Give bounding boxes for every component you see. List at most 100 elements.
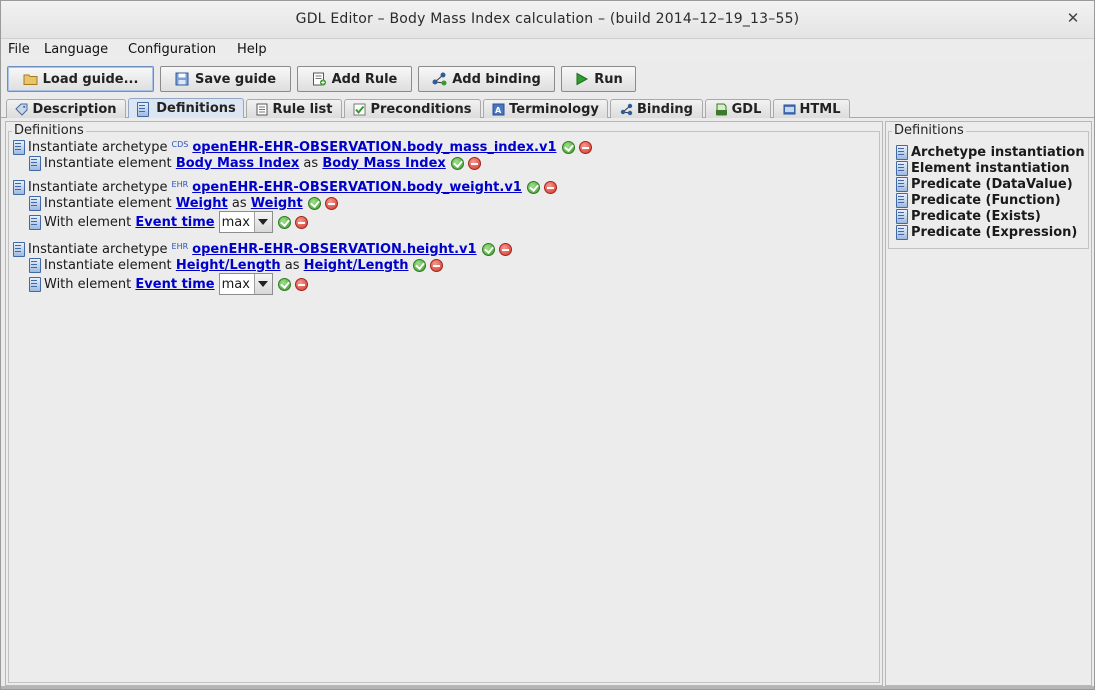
save-guide-button[interactable]: Save guide — [160, 66, 291, 92]
function-select-value: max — [221, 276, 250, 292]
accept-icon[interactable] — [413, 258, 427, 272]
archetype-link[interactable]: openEHR-EHR-OBSERVATION.body_mass_index.… — [192, 140, 556, 155]
html-icon — [783, 103, 796, 116]
load-guide-button[interactable]: Load guide... — [7, 66, 154, 92]
palette-item-label: Element instantiation — [911, 160, 1070, 176]
accept-icon[interactable] — [561, 140, 575, 154]
accept-icon[interactable] — [277, 277, 291, 291]
tab-gdl[interactable]: GDL — [705, 99, 771, 118]
document-icon — [895, 193, 908, 208]
palette-item-predicate-datavalue[interactable]: Predicate (DataValue) — [895, 176, 1073, 192]
close-icon[interactable]: ✕ — [1064, 9, 1082, 27]
chevron-down-icon[interactable] — [253, 212, 272, 232]
menu-help[interactable]: Help — [237, 42, 267, 57]
run-button[interactable]: Run — [561, 66, 636, 92]
remove-icon[interactable] — [498, 242, 512, 256]
menu-language[interactable]: Language — [44, 42, 108, 57]
add-rule-label: Add Rule — [331, 71, 398, 87]
tab-terminology-label: Terminology — [509, 101, 599, 117]
chevron-down-icon[interactable] — [253, 274, 272, 294]
function-select-value: max — [221, 214, 250, 230]
tab-preconditions[interactable]: Preconditions — [344, 99, 481, 118]
remove-icon[interactable] — [430, 258, 444, 272]
archetype-prefix: Instantiate archetype — [28, 139, 168, 155]
add-binding-label: Add binding — [452, 71, 541, 87]
menu-file[interactable]: File — [8, 42, 30, 57]
element-alias-link[interactable]: Body Mass Index — [322, 156, 445, 171]
palette-item-predicate-expression[interactable]: Predicate (Expression) — [895, 224, 1077, 240]
tab-binding[interactable]: Binding — [610, 99, 703, 118]
accept-icon[interactable] — [526, 180, 540, 194]
add-binding-button[interactable]: Add binding — [418, 66, 555, 92]
remove-icon[interactable] — [543, 180, 557, 194]
window-title: GDL Editor – Body Mass Index calculation… — [295, 11, 800, 27]
load-guide-label: Load guide... — [42, 71, 139, 87]
bottom-edge — [1, 686, 1094, 689]
remove-icon[interactable] — [578, 140, 592, 154]
definitions-panel: Definitions Instantiate archetype CDS op… — [5, 121, 883, 686]
tab-description[interactable]: Description — [6, 99, 126, 118]
check-icon — [353, 103, 366, 116]
document-icon — [136, 101, 150, 117]
document-icon — [895, 209, 908, 224]
element-alias-link[interactable]: Weight — [251, 196, 303, 211]
archetype-link[interactable]: openEHR-EHR-OBSERVATION.body_weight.v1 — [192, 180, 522, 195]
palette-item-predicate-exists[interactable]: Predicate (Exists) — [895, 208, 1041, 224]
tab-terminology[interactable]: A Terminology — [483, 99, 608, 118]
save-icon — [175, 72, 190, 86]
document-icon — [28, 196, 41, 211]
document-icon — [28, 277, 41, 292]
predicate-prefix: With element — [44, 276, 132, 292]
element-row-bmi: Instantiate element Body Mass Index as B… — [28, 155, 481, 171]
predicate-element-link[interactable]: Event time — [135, 277, 214, 292]
element-prefix: Instantiate element — [44, 155, 172, 171]
palette-panel: Definitions Archetype instantiation Elem… — [885, 121, 1092, 686]
remove-icon[interactable] — [294, 277, 308, 291]
function-select[interactable]: max — [218, 273, 273, 295]
palette-item-label: Predicate (DataValue) — [911, 176, 1073, 192]
archetype-link[interactable]: openEHR-EHR-OBSERVATION.height.v1 — [192, 242, 476, 257]
title-bar: GDL Editor – Body Mass Index calculation… — [1, 1, 1094, 39]
tab-binding-label: Binding — [637, 101, 693, 117]
function-select[interactable]: max — [218, 211, 273, 233]
archetype-prefix: Instantiate archetype — [28, 241, 168, 257]
accept-icon[interactable] — [277, 215, 291, 229]
archetype-row-height: Instantiate archetype EHR openEHR-EHR-OB… — [12, 241, 512, 257]
archetype-source-tag: EHR — [171, 179, 189, 189]
document-icon — [895, 145, 908, 160]
tab-html[interactable]: HTML — [773, 99, 850, 118]
palette-item-element-instantiation[interactable]: Element instantiation — [895, 160, 1070, 176]
palette-item-predicate-function[interactable]: Predicate (Function) — [895, 192, 1061, 208]
tab-definitions-label: Definitions — [156, 101, 236, 116]
add-rule-button[interactable]: Add Rule — [297, 66, 412, 92]
predicate-prefix: With element — [44, 214, 132, 230]
element-link[interactable]: Weight — [176, 196, 228, 211]
rule-list-icon — [256, 103, 269, 116]
app-window: GDL Editor – Body Mass Index calculation… — [0, 0, 1095, 690]
menu-configuration[interactable]: Configuration — [128, 42, 216, 57]
element-link[interactable]: Height/Length — [176, 258, 281, 273]
remove-icon[interactable] — [324, 196, 338, 210]
document-icon — [12, 242, 25, 257]
element-alias-link[interactable]: Height/Length — [304, 258, 409, 273]
predicate-element-link[interactable]: Event time — [135, 215, 214, 230]
tab-bar: Description Definitions Rule list Precon… — [1, 98, 1094, 118]
toolbar: Load guide... Save guide Add Rule Add bi… — [1, 65, 1094, 93]
tab-preconditions-label: Preconditions — [370, 101, 472, 117]
tab-definitions[interactable]: Definitions — [128, 98, 244, 118]
archetype-source-tag: CDS — [171, 139, 189, 149]
palette-item-archetype-instantiation[interactable]: Archetype instantiation — [895, 144, 1085, 160]
folder-icon — [23, 72, 38, 86]
accept-icon[interactable] — [481, 242, 495, 256]
accept-icon[interactable] — [307, 196, 321, 210]
archetype-source-tag: EHR — [171, 241, 189, 251]
accept-icon[interactable] — [450, 156, 464, 170]
definitions-legend: Definitions — [12, 123, 86, 138]
tab-rule-list[interactable]: Rule list — [246, 99, 342, 118]
element-link[interactable]: Body Mass Index — [176, 156, 299, 171]
tab-gdl-label: GDL — [731, 101, 762, 117]
remove-icon[interactable] — [467, 156, 481, 170]
remove-icon[interactable] — [294, 215, 308, 229]
document-icon — [28, 258, 41, 273]
palette-item-label: Predicate (Function) — [911, 192, 1061, 208]
